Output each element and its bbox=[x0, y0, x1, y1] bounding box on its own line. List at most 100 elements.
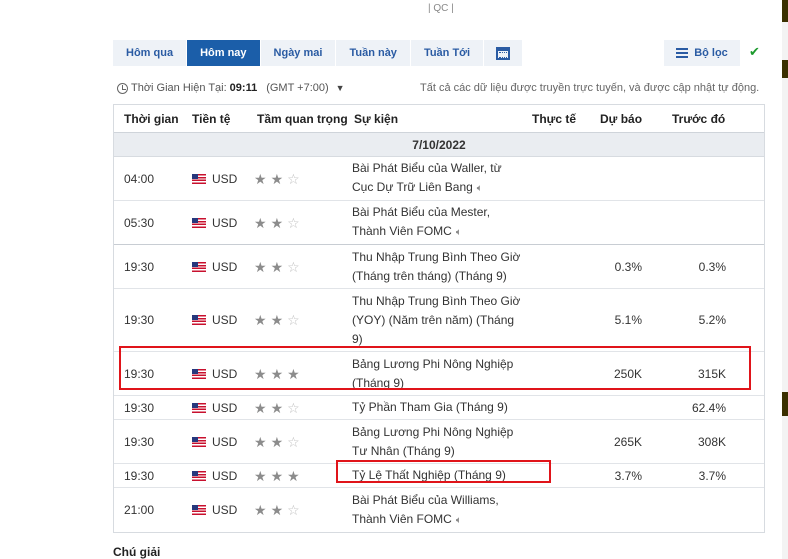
currency-cell: USD bbox=[192, 464, 237, 487]
chevron-down-icon[interactable]: ▼ bbox=[336, 83, 345, 93]
table-row[interactable]: 21:00 USD ★ ★ ☆ Bài Phát Biểu của Williams, Th… bbox=[114, 488, 764, 532]
importance-stars: ★ ★ ☆ bbox=[254, 157, 300, 200]
tab-next-week[interactable]: Tuần Tới bbox=[410, 40, 485, 66]
forecast-value bbox=[582, 396, 642, 419]
current-time-value: 09:11 bbox=[229, 82, 258, 94]
actual-value bbox=[524, 201, 584, 244]
star-empty-icon: ☆ bbox=[287, 214, 300, 231]
currency-code: USD bbox=[212, 171, 238, 186]
star-filled-icon: ★ bbox=[254, 258, 267, 275]
actual-value bbox=[524, 245, 584, 288]
filter-label: Bộ lọc bbox=[694, 47, 728, 59]
table-row[interactable]: 05:30 USD ★ ★ ☆ Bài Phát Biểu của Mester, Thàn… bbox=[114, 201, 764, 245]
live-update-note: Tất cả các dữ liệu được truyền trực tuyế… bbox=[420, 82, 760, 94]
event-name-line: Cục Dự Trữ Liên Bang bbox=[352, 180, 473, 194]
importance-stars: ★ ★ ☆ bbox=[254, 201, 300, 244]
importance-stars: ★ ★ ☆ bbox=[254, 488, 300, 532]
filter-button[interactable]: Bộ lọc bbox=[664, 40, 740, 66]
event-name-line: Tỷ Phần Tham Gia (Tháng 9) bbox=[352, 400, 508, 414]
star-filled-icon: ★ bbox=[270, 312, 284, 328]
event-name-line: Tư Nhân (Tháng 9) bbox=[352, 443, 455, 458]
star-filled-icon: ★ bbox=[270, 433, 284, 450]
star-empty-icon: ☆ bbox=[287, 258, 300, 275]
event-name-line: Thu Nhập Trung Bình Theo Giờ bbox=[352, 249, 521, 264]
tab-this-week[interactable]: Tuần này bbox=[336, 40, 411, 66]
star-filled-icon: ★ bbox=[270, 214, 284, 231]
currency-code: USD bbox=[212, 468, 238, 483]
importance-stars: ★ ★ ☆ bbox=[254, 396, 300, 419]
currency-cell: USD bbox=[192, 245, 237, 288]
tab-today[interactable]: Hôm nay bbox=[187, 40, 261, 66]
event-name[interactable]: Thu Nhập Trung Bình Theo Giờ (Tháng trên … bbox=[352, 245, 527, 288]
us-flag-icon bbox=[192, 470, 206, 481]
col-currency: Tiền tệ bbox=[192, 111, 231, 126]
us-flag-icon bbox=[192, 315, 206, 325]
currency-code: USD bbox=[212, 400, 238, 415]
date-header: 7/10/2022 bbox=[114, 133, 764, 157]
table-row[interactable]: 19:30 USD ★ ★ ☆ Thu Nhập Trung Bình Theo Giờ(… bbox=[114, 245, 764, 289]
right-edge-strip bbox=[782, 0, 788, 559]
star-filled-icon: ★ bbox=[270, 258, 284, 275]
star-empty-icon: ☆ bbox=[287, 433, 300, 450]
tab-tomorrow[interactable]: Ngày mai bbox=[260, 40, 337, 66]
check-icon[interactable]: ✔ bbox=[749, 44, 760, 60]
event-time: 19:30 bbox=[124, 400, 155, 415]
event-name[interactable]: Bài Phát Biểu của Williams, Thành Viên FO… bbox=[352, 488, 527, 532]
currency-code: USD bbox=[212, 215, 238, 230]
date-tabs: Hôm qua Hôm nay Ngày mai Tuần này Tuần T… bbox=[113, 40, 524, 66]
event-time: 04:00 bbox=[124, 171, 155, 186]
event-name[interactable]: Tỷ Phần Tham Gia (Tháng 9) bbox=[352, 396, 527, 419]
col-time: Thời gian bbox=[124, 111, 179, 126]
actual-value bbox=[524, 420, 584, 463]
event-name-line: Thành Viên FOMC bbox=[352, 511, 452, 526]
us-flag-icon bbox=[192, 217, 206, 228]
currency-cell: USD bbox=[192, 289, 237, 351]
actual-value bbox=[524, 396, 584, 419]
star-filled-icon: ★ bbox=[270, 502, 284, 518]
currency-cell: USD bbox=[192, 201, 237, 244]
star-empty-icon: ☆ bbox=[287, 502, 300, 518]
current-time-bar: Thời Gian Hiện Tại: 09:11 (GMT +7:00) ▼ bbox=[117, 82, 345, 94]
forecast-value: 5.1% bbox=[614, 313, 642, 327]
table-row[interactable]: 04:00 USD ★ ★ ☆ Bài Phát Biểu của Waller, từ C… bbox=[114, 157, 764, 201]
event-name-line: (YOY) (Năm trên năm) (Tháng bbox=[352, 312, 515, 327]
us-flag-icon bbox=[192, 436, 206, 447]
importance-stars: ★ ★ ☆ bbox=[254, 289, 300, 351]
previous-value: 62.4% bbox=[691, 400, 726, 415]
currency-cell: USD bbox=[192, 488, 237, 532]
calendar-button[interactable] bbox=[484, 40, 524, 66]
star-filled-icon: ★ bbox=[270, 467, 284, 484]
col-event: Sự kiện bbox=[354, 111, 399, 126]
speaker-icon: 🔈︎ bbox=[455, 514, 462, 526]
event-name[interactable]: Bài Phát Biểu của Mester, Thành Viên FOMC… bbox=[352, 201, 527, 244]
us-flag-icon bbox=[192, 173, 206, 184]
table-row[interactable]: 19:30 USD ★ ★ ☆ Bảng Lương Phi Nông Nghiệp Tư … bbox=[114, 420, 764, 464]
event-name[interactable]: Bài Phát Biểu của Waller, từ Cục Dự Trữ L… bbox=[352, 157, 527, 200]
currency-code: USD bbox=[212, 434, 238, 449]
event-time: 05:30 bbox=[124, 215, 155, 230]
col-importance: Tầm quan trọng bbox=[257, 111, 348, 126]
event-name-line: 9) bbox=[352, 331, 363, 346]
table-row[interactable]: 19:30 USD ★ ★ ☆ Thu Nhập Trung Bình Theo Giờ(… bbox=[114, 289, 764, 352]
speaker-icon: 🔈︎ bbox=[476, 183, 483, 194]
table-row[interactable]: 19:30 USD ★ ★ ☆ Tỷ Phần Tham Gia (Tháng 9) 62.… bbox=[114, 396, 764, 420]
timezone-select[interactable]: (GMT +7:00) bbox=[266, 82, 328, 94]
previous-value: 3.7% bbox=[698, 468, 726, 483]
event-name-line: Bài Phát Biểu của Mester, bbox=[352, 205, 491, 219]
actual-value bbox=[524, 157, 584, 200]
us-flag-icon bbox=[192, 261, 206, 272]
star-filled-icon: ★ bbox=[254, 214, 267, 231]
event-name-line: Bài Phát Biểu của Waller, từ bbox=[352, 161, 502, 175]
star-filled-icon: ★ bbox=[287, 467, 300, 484]
forecast-value bbox=[582, 201, 642, 244]
col-actual: Thực tế bbox=[532, 111, 577, 126]
star-empty-icon: ☆ bbox=[287, 399, 300, 416]
event-name[interactable]: Thu Nhập Trung Bình Theo Giờ (YOY) (Năm t… bbox=[352, 289, 527, 351]
currency-cell: USD bbox=[192, 396, 237, 419]
importance-stars: ★ ★ ☆ bbox=[254, 245, 300, 288]
tab-yesterday[interactable]: Hôm qua bbox=[113, 40, 188, 66]
forecast-value bbox=[582, 488, 642, 532]
previous-value bbox=[654, 488, 726, 532]
event-name-line: (Tháng trên tháng) (Tháng 9) bbox=[352, 268, 507, 283]
event-name[interactable]: Bảng Lương Phi Nông Nghiệp Tư Nhân (Tháng… bbox=[352, 420, 527, 463]
